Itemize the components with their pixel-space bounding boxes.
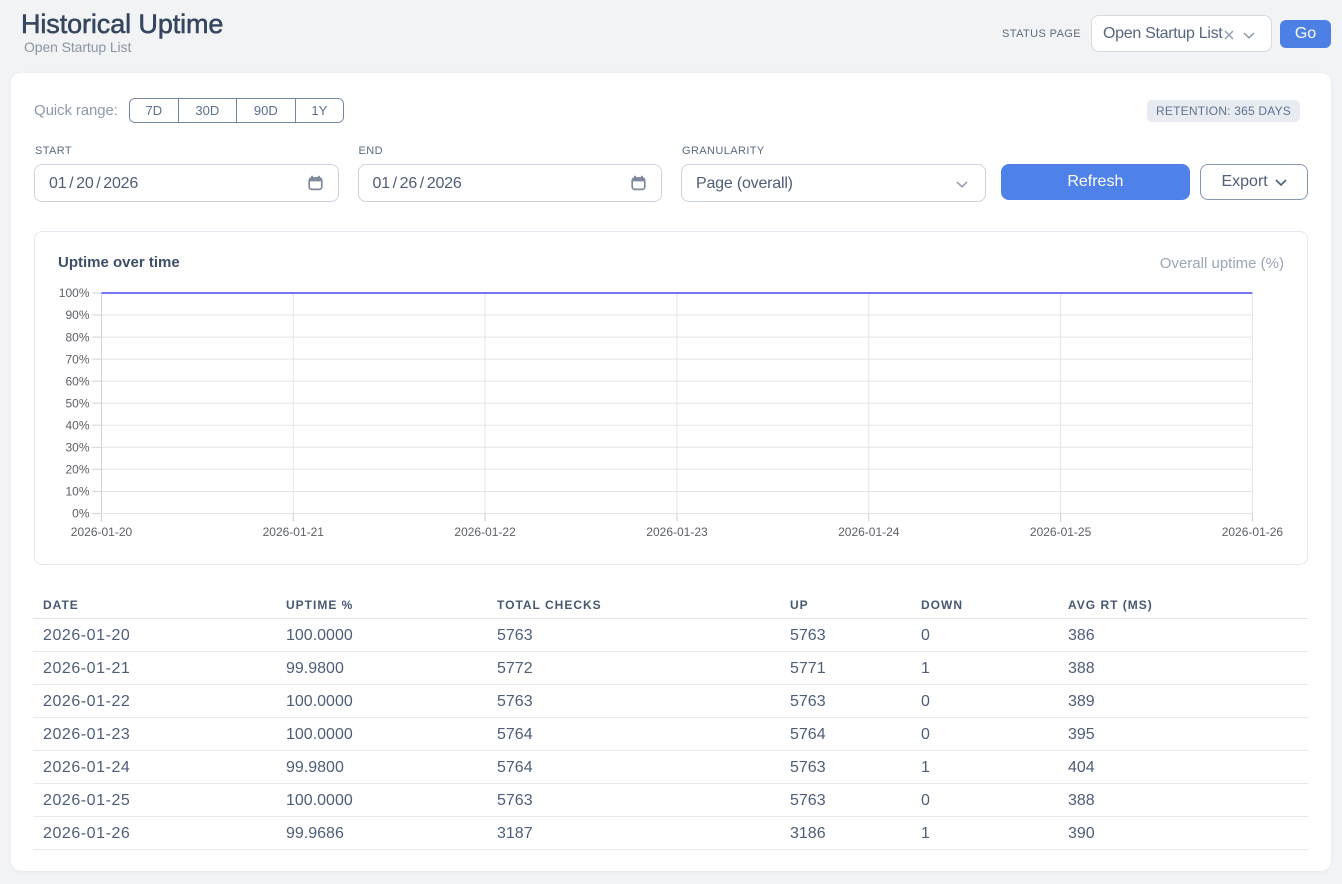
svg-text:2026-01-24: 2026-01-24 bbox=[838, 525, 900, 539]
svg-text:2026-01-23: 2026-01-23 bbox=[646, 525, 708, 539]
svg-text:2026-01-21: 2026-01-21 bbox=[263, 525, 325, 539]
svg-text:90%: 90% bbox=[65, 308, 89, 322]
svg-text:2026-01-26: 2026-01-26 bbox=[1222, 525, 1284, 539]
svg-text:100%: 100% bbox=[59, 286, 90, 300]
svg-text:0%: 0% bbox=[72, 507, 90, 521]
svg-text:10%: 10% bbox=[65, 485, 89, 499]
svg-text:50%: 50% bbox=[65, 396, 89, 410]
svg-text:2026-01-25: 2026-01-25 bbox=[1030, 525, 1092, 539]
svg-text:2026-01-22: 2026-01-22 bbox=[454, 525, 516, 539]
svg-text:40%: 40% bbox=[65, 418, 89, 432]
svg-text:2026-01-20: 2026-01-20 bbox=[71, 525, 133, 539]
svg-text:80%: 80% bbox=[65, 330, 89, 344]
svg-text:70%: 70% bbox=[65, 352, 89, 366]
svg-text:20%: 20% bbox=[65, 463, 89, 477]
svg-text:30%: 30% bbox=[65, 441, 89, 455]
svg-text:60%: 60% bbox=[65, 374, 89, 388]
